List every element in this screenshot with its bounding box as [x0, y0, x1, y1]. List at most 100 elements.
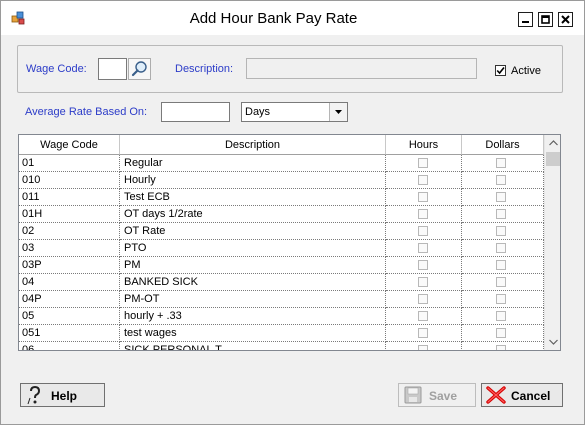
hours-checkbox[interactable]	[418, 328, 428, 338]
table-row[interactable]: 04 BANKED SICK	[19, 274, 544, 291]
cell-dollars	[462, 189, 544, 206]
hours-checkbox[interactable]	[418, 226, 428, 236]
cell-description[interactable]: Regular	[120, 155, 386, 172]
hours-checkbox[interactable]	[418, 158, 428, 168]
active-label: Active	[511, 65, 541, 77]
table-row[interactable]: 01 Regular	[19, 155, 544, 172]
scroll-up-icon[interactable]	[545, 135, 561, 151]
cell-description[interactable]: PTO	[120, 240, 386, 257]
dollars-checkbox[interactable]	[496, 226, 506, 236]
dollars-checkbox[interactable]	[496, 328, 506, 338]
scroll-thumb[interactable]	[546, 152, 560, 166]
dollars-checkbox[interactable]	[496, 260, 506, 270]
dropdown-arrow[interactable]	[329, 103, 347, 121]
cell-description[interactable]: PM	[120, 257, 386, 274]
cancel-button[interactable]: Cancel	[481, 383, 563, 407]
hours-checkbox[interactable]	[418, 277, 428, 287]
cell-wage-code[interactable]: 01	[19, 155, 120, 172]
wage-code-label: Wage Code:	[26, 63, 87, 75]
dollars-checkbox[interactable]	[496, 209, 506, 219]
vertical-scrollbar[interactable]	[544, 135, 561, 350]
cell-wage-code[interactable]: 011	[19, 189, 120, 206]
dollars-checkbox[interactable]	[496, 175, 506, 185]
table-row[interactable]: 01H OT days 1/2rate	[19, 206, 544, 223]
cell-hours	[386, 172, 462, 189]
table-row[interactable]: 011 Test ECB	[19, 189, 544, 206]
period-select[interactable]: Days	[241, 102, 348, 122]
dollars-checkbox[interactable]	[496, 243, 506, 253]
active-checkbox[interactable]	[495, 65, 506, 76]
dollars-checkbox[interactable]	[496, 294, 506, 304]
cell-hours	[386, 240, 462, 257]
minimize-button[interactable]	[518, 12, 533, 27]
description-label: Description:	[175, 63, 234, 75]
table-row[interactable]: 03 PTO	[19, 240, 544, 257]
minimize-icon	[522, 21, 529, 23]
hours-checkbox[interactable]	[418, 243, 428, 253]
cell-wage-code[interactable]: 05	[19, 308, 120, 325]
cell-wage-code[interactable]: 02	[19, 223, 120, 240]
table-row[interactable]: 04P PM-OT	[19, 291, 544, 308]
save-button[interactable]: Save	[398, 383, 476, 407]
hours-checkbox[interactable]	[418, 294, 428, 304]
scroll-down-icon[interactable]	[545, 334, 561, 350]
help-button[interactable]: Help	[20, 383, 105, 407]
table-row[interactable]: 010 Hourly	[19, 172, 544, 189]
dollars-checkbox[interactable]	[496, 277, 506, 287]
dollars-checkbox[interactable]	[496, 192, 506, 202]
chevron-down-icon	[335, 110, 342, 114]
cell-wage-code[interactable]: 04P	[19, 291, 120, 308]
cell-wage-code[interactable]: 03P	[19, 257, 120, 274]
cell-wage-code[interactable]: 03	[19, 240, 120, 257]
table-row[interactable]: 05 hourly + .33	[19, 308, 544, 325]
cancel-label: Cancel	[511, 389, 551, 403]
cell-description[interactable]: OT days 1/2rate	[120, 206, 386, 223]
cell-wage-code[interactable]: 010	[19, 172, 120, 189]
dollars-checkbox[interactable]	[496, 158, 506, 168]
table-row[interactable]: 051 test wages	[19, 325, 544, 342]
cell-description[interactable]: SICK PERSONAL T	[120, 342, 386, 350]
hours-checkbox[interactable]	[418, 345, 428, 350]
table-row[interactable]: 06 SICK PERSONAL T	[19, 342, 544, 350]
cell-wage-code[interactable]: 051	[19, 325, 120, 342]
cell-description[interactable]: OT Rate	[120, 223, 386, 240]
avg-rate-input[interactable]	[161, 102, 230, 122]
hours-checkbox[interactable]	[418, 209, 428, 219]
wage-code-input[interactable]	[98, 58, 127, 80]
cell-hours	[386, 206, 462, 223]
table-row[interactable]: 02 OT Rate	[19, 223, 544, 240]
cell-dollars	[462, 172, 544, 189]
cell-hours	[386, 223, 462, 240]
cell-wage-code[interactable]: 04	[19, 274, 120, 291]
cell-description[interactable]: Hourly	[120, 172, 386, 189]
cancel-icon	[486, 386, 506, 404]
column-header-dollars[interactable]: Dollars	[462, 135, 544, 155]
table-row[interactable]: 03P PM	[19, 257, 544, 274]
hours-checkbox[interactable]	[418, 260, 428, 270]
cell-dollars	[462, 223, 544, 240]
cell-description[interactable]: hourly + .33	[120, 308, 386, 325]
cell-description[interactable]: PM-OT	[120, 291, 386, 308]
cell-description[interactable]: BANKED SICK	[120, 274, 386, 291]
cell-dollars	[462, 155, 544, 172]
cell-wage-code[interactable]: 06	[19, 342, 120, 350]
column-header-description[interactable]: Description	[120, 135, 386, 155]
cell-description[interactable]: Test ECB	[120, 189, 386, 206]
description-field[interactable]	[246, 58, 477, 79]
cell-description[interactable]: test wages	[120, 325, 386, 342]
cell-wage-code[interactable]: 01H	[19, 206, 120, 223]
hours-checkbox[interactable]	[418, 192, 428, 202]
maximize-button[interactable]	[538, 12, 553, 27]
hours-checkbox[interactable]	[418, 311, 428, 321]
column-header-hours[interactable]: Hours	[386, 135, 462, 155]
lookup-button[interactable]	[128, 58, 151, 80]
close-button[interactable]	[558, 12, 573, 27]
period-select-value: Days	[245, 106, 271, 118]
cell-hours	[386, 155, 462, 172]
cell-dollars	[462, 206, 544, 223]
cell-hours	[386, 274, 462, 291]
hours-checkbox[interactable]	[418, 175, 428, 185]
dollars-checkbox[interactable]	[496, 311, 506, 321]
column-header-wage-code[interactable]: Wage Code	[19, 135, 120, 155]
dollars-checkbox[interactable]	[496, 345, 506, 350]
